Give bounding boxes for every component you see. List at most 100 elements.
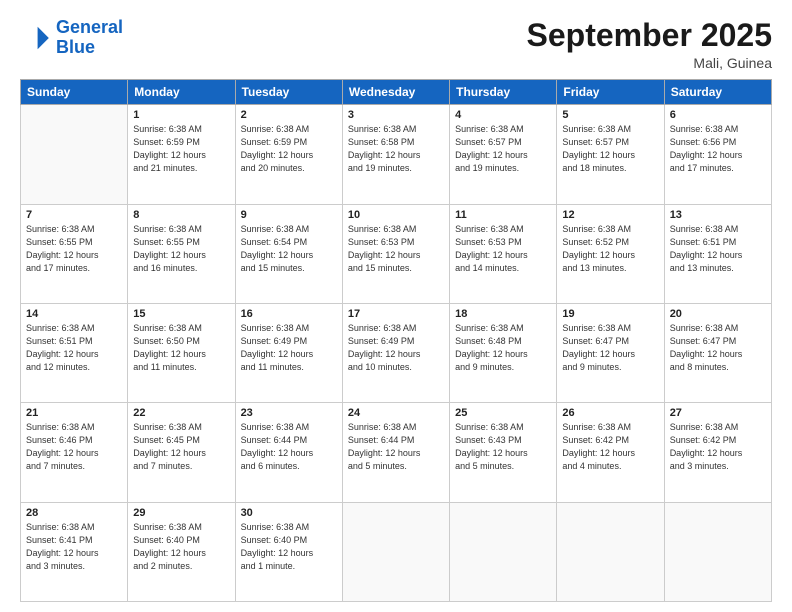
weekday-header: Monday xyxy=(128,80,235,105)
day-info: Sunrise: 6:38 AM Sunset: 6:42 PM Dayligh… xyxy=(670,421,766,473)
day-number: 21 xyxy=(26,407,122,419)
calendar-cell: 10 Sunrise: 6:38 AM Sunset: 6:53 PM Dayli… xyxy=(342,204,449,303)
day-number: 28 xyxy=(26,507,122,519)
day-info: Sunrise: 6:38 AM Sunset: 6:57 PM Dayligh… xyxy=(562,123,658,175)
day-number: 30 xyxy=(241,507,337,519)
day-info: Sunrise: 6:38 AM Sunset: 6:44 PM Dayligh… xyxy=(241,421,337,473)
day-info: Sunrise: 6:38 AM Sunset: 6:41 PM Dayligh… xyxy=(26,521,122,573)
logo: General Blue xyxy=(20,18,123,58)
weekday-header: Thursday xyxy=(450,80,557,105)
day-number: 24 xyxy=(348,407,444,419)
calendar-cell: 9 Sunrise: 6:38 AM Sunset: 6:54 PM Daylig… xyxy=(235,204,342,303)
day-number: 13 xyxy=(670,209,766,221)
week-row: 28 Sunrise: 6:38 AM Sunset: 6:41 PM Dayli… xyxy=(21,502,772,601)
subtitle: Mali, Guinea xyxy=(527,55,772,71)
day-info: Sunrise: 6:38 AM Sunset: 6:43 PM Dayligh… xyxy=(455,421,551,473)
weekday-header: Saturday xyxy=(664,80,771,105)
calendar-cell: 3Sunrise: 6:38 AM Sunset: 6:58 PM Daylig… xyxy=(342,105,449,204)
calendar-cell: 13 Sunrise: 6:38 AM Sunset: 6:51 PM Dayli… xyxy=(664,204,771,303)
day-number: 1 xyxy=(133,109,229,121)
logo-icon xyxy=(20,22,52,54)
day-number: 16 xyxy=(241,308,337,320)
main-title: September 2025 xyxy=(527,18,772,53)
day-number: 27 xyxy=(670,407,766,419)
weekday-row: SundayMondayTuesdayWednesdayThursdayFrid… xyxy=(21,80,772,105)
day-info: Sunrise: 6:38 AM Sunset: 6:57 PM Dayligh… xyxy=(455,123,551,175)
calendar-cell: 21Sunrise: 6:38 AM Sunset: 6:46 PM Dayli… xyxy=(21,403,128,502)
calendar-cell xyxy=(21,105,128,204)
calendar-cell: 14Sunrise: 6:38 AM Sunset: 6:51 PM Dayli… xyxy=(21,303,128,402)
logo-text: General Blue xyxy=(56,18,123,58)
day-number: 7 xyxy=(26,209,122,221)
day-number: 5 xyxy=(562,109,658,121)
day-info: Sunrise: 6:38 AM Sunset: 6:53 PM Dayligh… xyxy=(455,223,551,275)
day-number: 3 xyxy=(348,109,444,121)
day-number: 4 xyxy=(455,109,551,121)
title-area: September 2025 Mali, Guinea xyxy=(527,18,772,71)
day-info: Sunrise: 6:38 AM Sunset: 6:42 PM Dayligh… xyxy=(562,421,658,473)
calendar-cell: 5 Sunrise: 6:38 AM Sunset: 6:57 PM Daylig… xyxy=(557,105,664,204)
day-number: 10 xyxy=(348,209,444,221)
day-info: Sunrise: 6:38 AM Sunset: 6:51 PM Dayligh… xyxy=(670,223,766,275)
day-number: 6 xyxy=(670,109,766,121)
calendar-cell: 11 Sunrise: 6:38 AM Sunset: 6:53 PM Dayli… xyxy=(450,204,557,303)
calendar-cell: 25Sunrise: 6:38 AM Sunset: 6:43 PM Dayli… xyxy=(450,403,557,502)
day-info: Sunrise: 6:38 AM Sunset: 6:59 PM Dayligh… xyxy=(133,123,229,175)
day-info: Sunrise: 6:38 AM Sunset: 6:59 PM Dayligh… xyxy=(241,123,337,175)
calendar-cell: 17 Sunrise: 6:38 AM Sunset: 6:49 PM Dayli… xyxy=(342,303,449,402)
calendar-cell: 7 Sunrise: 6:38 AM Sunset: 6:55 PM Daylig… xyxy=(21,204,128,303)
day-info: Sunrise: 6:38 AM Sunset: 6:50 PM Dayligh… xyxy=(133,322,229,374)
day-number: 14 xyxy=(26,308,122,320)
week-row: 14Sunrise: 6:38 AM Sunset: 6:51 PM Dayli… xyxy=(21,303,772,402)
day-info: Sunrise: 6:38 AM Sunset: 6:53 PM Dayligh… xyxy=(348,223,444,275)
calendar-cell: 26Sunrise: 6:38 AM Sunset: 6:42 PM Dayli… xyxy=(557,403,664,502)
calendar-cell: 23 Sunrise: 6:38 AM Sunset: 6:44 PM Dayli… xyxy=(235,403,342,502)
day-info: Sunrise: 6:38 AM Sunset: 6:55 PM Dayligh… xyxy=(26,223,122,275)
weekday-header: Friday xyxy=(557,80,664,105)
week-row: 1 Sunrise: 6:38 AM Sunset: 6:59 PM Daylig… xyxy=(21,105,772,204)
day-number: 2 xyxy=(241,109,337,121)
calendar-cell: 15 Sunrise: 6:38 AM Sunset: 6:50 PM Dayli… xyxy=(128,303,235,402)
calendar-cell: 28 Sunrise: 6:38 AM Sunset: 6:41 PM Dayli… xyxy=(21,502,128,601)
day-number: 15 xyxy=(133,308,229,320)
day-number: 18 xyxy=(455,308,551,320)
day-number: 19 xyxy=(562,308,658,320)
day-info: Sunrise: 6:38 AM Sunset: 6:49 PM Dayligh… xyxy=(241,322,337,374)
day-number: 23 xyxy=(241,407,337,419)
calendar-body: 1 Sunrise: 6:38 AM Sunset: 6:59 PM Daylig… xyxy=(21,105,772,602)
calendar: SundayMondayTuesdayWednesdayThursdayFrid… xyxy=(20,79,772,602)
day-number: 9 xyxy=(241,209,337,221)
day-info: Sunrise: 6:38 AM Sunset: 6:54 PM Dayligh… xyxy=(241,223,337,275)
calendar-cell: 1 Sunrise: 6:38 AM Sunset: 6:59 PM Daylig… xyxy=(128,105,235,204)
calendar-cell: 18 Sunrise: 6:38 AM Sunset: 6:48 PM Dayli… xyxy=(450,303,557,402)
day-number: 11 xyxy=(455,209,551,221)
day-number: 12 xyxy=(562,209,658,221)
calendar-cell xyxy=(342,502,449,601)
day-info: Sunrise: 6:38 AM Sunset: 6:55 PM Dayligh… xyxy=(133,223,229,275)
calendar-cell: 27 Sunrise: 6:38 AM Sunset: 6:42 PM Dayli… xyxy=(664,403,771,502)
calendar-cell xyxy=(450,502,557,601)
day-number: 8 xyxy=(133,209,229,221)
calendar-cell: 4 Sunrise: 6:38 AM Sunset: 6:57 PM Daylig… xyxy=(450,105,557,204)
calendar-cell: 16 Sunrise: 6:38 AM Sunset: 6:49 PM Dayli… xyxy=(235,303,342,402)
page: General Blue September 2025 Mali, Guinea… xyxy=(0,0,792,612)
header: General Blue September 2025 Mali, Guinea xyxy=(20,18,772,71)
day-number: 29 xyxy=(133,507,229,519)
calendar-cell: 12Sunrise: 6:38 AM Sunset: 6:52 PM Dayli… xyxy=(557,204,664,303)
day-info: Sunrise: 6:38 AM Sunset: 6:47 PM Dayligh… xyxy=(670,322,766,374)
calendar-header: SundayMondayTuesdayWednesdayThursdayFrid… xyxy=(21,80,772,105)
calendar-cell: 24 Sunrise: 6:38 AM Sunset: 6:44 PM Dayli… xyxy=(342,403,449,502)
weekday-header: Wednesday xyxy=(342,80,449,105)
calendar-cell: 2 Sunrise: 6:38 AM Sunset: 6:59 PM Daylig… xyxy=(235,105,342,204)
day-info: Sunrise: 6:38 AM Sunset: 6:49 PM Dayligh… xyxy=(348,322,444,374)
day-info: Sunrise: 6:38 AM Sunset: 6:47 PM Dayligh… xyxy=(562,322,658,374)
day-number: 22 xyxy=(133,407,229,419)
day-info: Sunrise: 6:38 AM Sunset: 6:48 PM Dayligh… xyxy=(455,322,551,374)
day-number: 17 xyxy=(348,308,444,320)
day-info: Sunrise: 6:38 AM Sunset: 6:45 PM Dayligh… xyxy=(133,421,229,473)
day-info: Sunrise: 6:38 AM Sunset: 6:44 PM Dayligh… xyxy=(348,421,444,473)
calendar-cell: 20Sunrise: 6:38 AM Sunset: 6:47 PM Dayli… xyxy=(664,303,771,402)
calendar-cell: 8 Sunrise: 6:38 AM Sunset: 6:55 PM Daylig… xyxy=(128,204,235,303)
calendar-cell xyxy=(664,502,771,601)
weekday-header: Tuesday xyxy=(235,80,342,105)
